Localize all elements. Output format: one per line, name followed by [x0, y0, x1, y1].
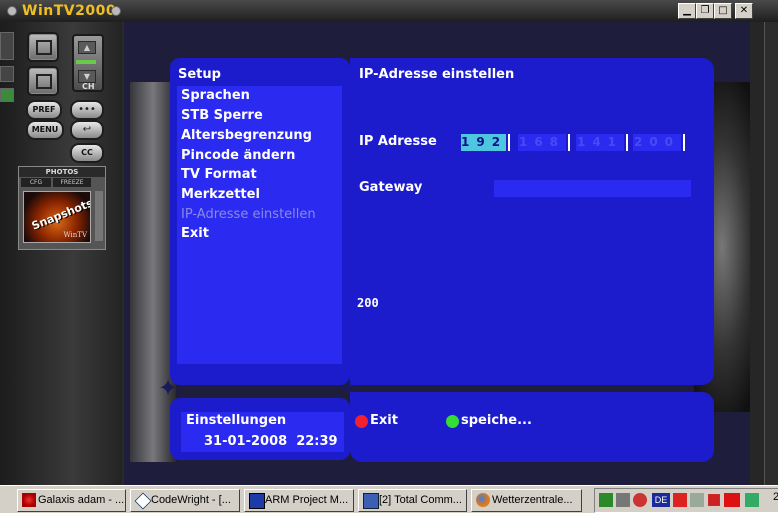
setup-menu: Sprachen STB Sperre Altersbegrenzung Pin… — [177, 86, 342, 364]
acrobat-icon[interactable] — [673, 493, 687, 507]
photos-label: PHOTOS — [19, 167, 105, 177]
control-panel: ▲ ▼ CH PREF ••• MENU ↩ CC PHOTOS CFG FRE… — [0, 22, 122, 485]
firefox-icon — [476, 493, 490, 507]
restore-button[interactable]: ❐ — [696, 3, 714, 19]
audio-button[interactable]: ••• — [70, 100, 104, 120]
channel-up-icon[interactable]: ▲ — [78, 41, 96, 54]
panel-edge-tab[interactable] — [0, 88, 14, 102]
channel-led — [76, 60, 96, 64]
galaxis-icon — [22, 493, 36, 507]
fullscreen-button[interactable] — [27, 32, 59, 62]
ip-settings-title: IP-Adresse einstellen — [359, 67, 515, 82]
menu-item-pincode[interactable]: Pincode ändern — [181, 148, 295, 163]
swap-button[interactable]: ↩ — [70, 120, 104, 140]
exit-action[interactable]: Exit — [370, 413, 398, 428]
arm-project-icon — [249, 493, 265, 509]
taskbar-button-arm[interactable]: ARM Project M... — [244, 489, 354, 512]
menu-button[interactable]: MENU — [26, 120, 64, 140]
ip-segment-3[interactable]: 141 — [576, 134, 624, 151]
update-icon[interactable] — [745, 493, 759, 507]
taskbar-button-codewright[interactable]: CodeWright - [... — [130, 489, 240, 512]
tool-icon[interactable] — [708, 494, 720, 506]
speaker-icon[interactable] — [616, 493, 630, 507]
menu-item-stb-sperre[interactable]: STB Sperre — [181, 108, 263, 123]
taskbar-label: ARM Project M... — [265, 494, 349, 506]
save-action[interactable]: speiche... — [461, 413, 532, 428]
star-icon: ✦ — [158, 374, 179, 402]
ip-separator — [568, 134, 570, 151]
title-left-dot-icon — [7, 6, 17, 16]
snapshot-sub: WinTV — [63, 231, 87, 239]
ip-segment-4[interactable]: 200 — [633, 134, 681, 151]
ip-segment-2[interactable]: 168 — [518, 134, 566, 151]
taskbar-label: Galaxis adam - ... — [38, 494, 125, 506]
ip-segment-1[interactable]: 192 — [461, 134, 506, 151]
cc-button[interactable]: CC — [70, 143, 104, 163]
setup-title: Setup — [178, 67, 221, 82]
einstellungen-label: Einstellungen — [186, 413, 287, 428]
cfg-tab[interactable]: CFG — [21, 178, 51, 187]
menu-item-sprachen[interactable]: Sprachen — [181, 88, 250, 103]
maximize-button[interactable]: □ — [714, 3, 732, 19]
menu-item-merkzettel[interactable]: Merkzettel — [181, 187, 260, 202]
snapshot-text: Snapshots — [29, 196, 91, 233]
date-time: 31-01-2008 22:39 — [204, 434, 338, 449]
title-bar[interactable]: WinTV2000 ▁ ❐ □ ✕ — [0, 0, 778, 22]
taskbar-button-firefox[interactable]: Wetterzentrale... — [471, 489, 582, 512]
app-tray-icon[interactable] — [724, 493, 740, 507]
ip-separator — [508, 134, 510, 151]
minimize-button[interactable]: ▁ — [678, 3, 696, 19]
mail-icon[interactable] — [690, 493, 704, 507]
channel-label: CH — [82, 82, 95, 91]
antivirus-icon[interactable] — [633, 493, 647, 507]
red-button-icon — [355, 415, 368, 428]
star-icon: ✦ — [338, 374, 359, 402]
window-icon — [36, 40, 52, 55]
taskbar-label: Wetterzentrale... — [492, 494, 573, 506]
menu-item-exit[interactable]: Exit — [181, 226, 209, 241]
clock: 2 — [773, 491, 778, 503]
ip-address-label: IP Adresse — [359, 134, 437, 149]
photos-panel: PHOTOS CFG FREEZE Snapshots WinTV — [18, 166, 106, 250]
gateway-field[interactable] — [494, 180, 691, 197]
green-button-icon — [446, 415, 459, 428]
menu-item-tv-format[interactable]: TV Format — [181, 167, 257, 182]
system-tray: DE — [594, 488, 778, 513]
menu-item-altersbegrenzung[interactable]: Altersbegrenzung — [181, 128, 312, 143]
panel-edge-tab[interactable] — [0, 66, 14, 82]
osd-ip-panel — [350, 58, 714, 385]
snapshot-thumbnail[interactable]: Snapshots WinTV — [23, 191, 91, 243]
ip-separator — [626, 134, 628, 151]
photos-scrollbar[interactable] — [95, 191, 103, 241]
panel-edge-tab[interactable] — [0, 32, 14, 60]
taskbar-label: CodeWright - [... — [151, 494, 231, 506]
close-button[interactable]: ✕ — [735, 3, 753, 19]
title-right-dot-icon — [111, 6, 121, 16]
ip-separator — [683, 134, 685, 151]
freeze-tab[interactable]: FREEZE — [53, 178, 91, 187]
taskbar-label: [2] Total Comm... — [379, 494, 462, 506]
app-title: WinTV2000 — [22, 3, 117, 19]
taskbar-button-totalcmd[interactable]: [2] Total Comm... — [358, 489, 467, 512]
codewright-icon — [134, 492, 152, 510]
pref-button[interactable]: PREF — [26, 100, 62, 120]
window-stack-icon — [36, 74, 52, 89]
window-size-button[interactable] — [27, 66, 59, 96]
taskbar-button-galaxis[interactable]: Galaxis adam - ... — [17, 489, 126, 512]
language-indicator[interactable]: DE — [652, 493, 670, 507]
gateway-label: Gateway — [359, 180, 423, 195]
video-frame — [750, 22, 764, 485]
network-icon[interactable] — [599, 493, 613, 507]
taskbar: Galaxis adam - ... CodeWright - [... ARM… — [0, 485, 778, 513]
window-right-edge — [764, 22, 778, 485]
counter-value: 200 — [357, 296, 379, 310]
osd-action-panel — [350, 392, 714, 462]
total-commander-icon — [363, 493, 379, 509]
menu-item-ip-adresse[interactable]: IP-Adresse einstellen — [181, 207, 316, 222]
